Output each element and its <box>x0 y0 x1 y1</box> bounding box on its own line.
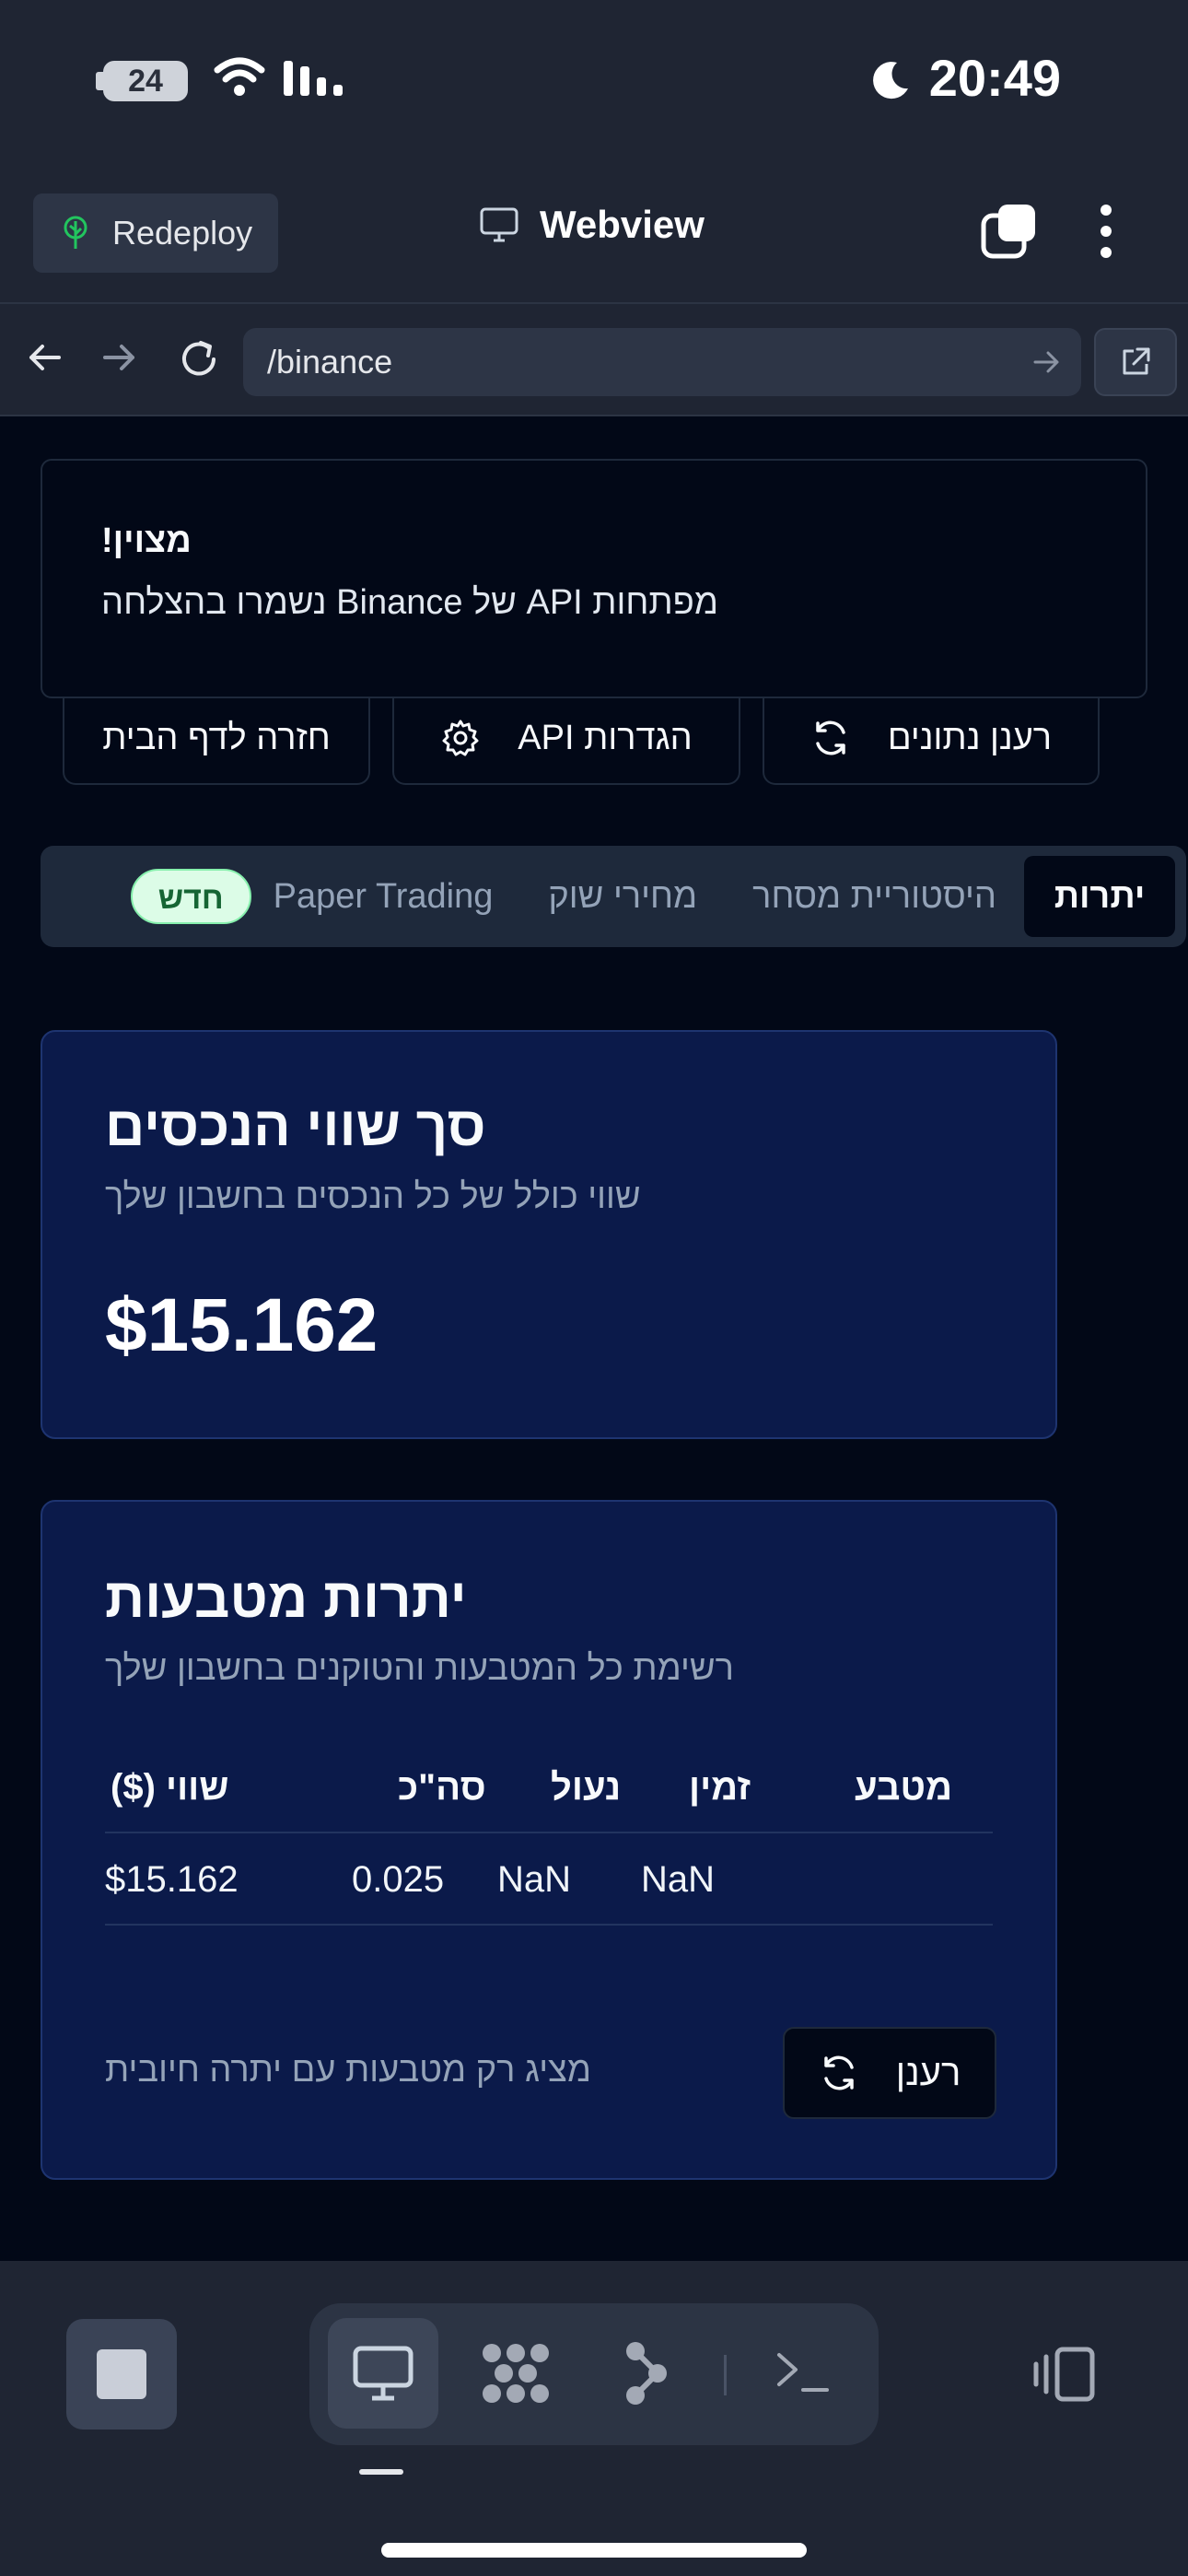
webview-toolbar: Redeploy Webview <box>0 175 1188 304</box>
monitor-icon <box>353 2346 413 2401</box>
toast-message: מפתחות API של Binance נשמרו בהצלחה <box>101 583 718 622</box>
total-assets-title: סך שווי הנכסים <box>105 1095 486 1157</box>
signal-icon <box>284 61 343 96</box>
webview-tab-button[interactable] <box>328 2318 438 2429</box>
grid-nodes-icon <box>483 2344 549 2403</box>
total-assets-card: סך שווי הנכסים שווי כולל של כל הנכסים בח… <box>41 1030 1057 1439</box>
tab-market-prices[interactable]: מחירי שוק <box>520 856 725 937</box>
stop-button[interactable] <box>66 2319 177 2430</box>
coin-balances-title: יתרות מטבעות <box>105 1567 467 1629</box>
redeploy-button[interactable]: Redeploy <box>33 193 278 273</box>
api-settings-button[interactable]: הגדרות API <box>392 693 740 785</box>
cell-value: $15.162 <box>105 1859 239 1900</box>
view-switcher <box>309 2303 879 2445</box>
wifi-icon <box>214 57 265 96</box>
refresh-icon <box>816 720 845 755</box>
refresh-balances-label: רענן <box>895 2052 961 2093</box>
more-vertical-icon[interactable] <box>1090 201 1122 262</box>
tab-balances[interactable]: יתרות <box>1024 856 1175 937</box>
refresh-icon <box>823 2055 854 2090</box>
status-bar: 24 20:49 <box>0 0 1188 157</box>
stop-icon <box>97 2349 146 2399</box>
forward-arrow-icon[interactable] <box>99 337 140 378</box>
dock-separator <box>724 2355 727 2395</box>
workflow-tab-button[interactable] <box>460 2318 571 2429</box>
tab-paper-trading-label: Paper Trading <box>273 876 494 916</box>
tab-balances-label: יתרות <box>1054 876 1146 916</box>
reload-icon[interactable] <box>177 337 221 381</box>
col-value: שווי ($) <box>111 1767 229 1808</box>
app-chrome: 24 20:49 Redeploy Webview /binance <box>0 0 1188 416</box>
refresh-data-button[interactable]: רענן נתונים <box>763 693 1100 785</box>
coin-balances-card: יתרות מטבעות רשימת כל המטבעות והטוקנים ב… <box>41 1500 1057 2180</box>
home-indicator <box>381 2543 807 2558</box>
monitor-icon <box>480 207 518 242</box>
tabs-icon[interactable] <box>980 203 1037 260</box>
back-arrow-icon[interactable] <box>24 337 64 378</box>
battery-tip <box>96 72 103 90</box>
redeploy-label: Redeploy <box>112 214 253 252</box>
col-total: סה"כ <box>398 1767 486 1808</box>
tab-trade-history-label: היסטוריית מסחר <box>752 876 996 916</box>
tab-paper-trading[interactable]: Paper Trading חדש <box>103 856 521 937</box>
sidebar-toggle-icon[interactable] <box>1031 2346 1098 2403</box>
moon-icon <box>873 62 908 100</box>
bottom-dock <box>0 2261 1188 2576</box>
cell-locked: NaN <box>497 1859 572 1900</box>
refresh-balances-button[interactable]: רענן <box>783 2027 996 2119</box>
table-row: NaN NaN 0.025 $15.162 <box>105 1833 993 1926</box>
total-assets-subtitle: שווי כולל של כל הנכסים בחשבון שלך <box>105 1177 641 1216</box>
active-tab-indicator <box>359 2469 403 2475</box>
balances-table: מטבע זמין נעול סה"כ שווי ($) NaN NaN 0.0… <box>105 1741 993 1926</box>
cell-free: NaN <box>641 1859 716 1900</box>
col-free: זמין <box>689 1767 751 1808</box>
refresh-data-label: רענן נתונים <box>887 718 1053 757</box>
terminal-icon <box>777 2353 829 2392</box>
new-badge: חדש <box>130 869 251 924</box>
total-assets-value: $15.162 <box>105 1283 379 1367</box>
battery-indicator: 24 <box>103 61 188 101</box>
terminal-tab-button[interactable] <box>748 2318 858 2429</box>
go-arrow-icon[interactable] <box>1031 346 1063 378</box>
webview-title-text: Webview <box>540 203 705 246</box>
url-input[interactable]: /binance <box>243 328 1081 396</box>
tab-market-prices-label: מחירי שוק <box>548 876 698 916</box>
table-header: מטבע זמין נעול סה"כ שווי ($) <box>105 1741 993 1833</box>
webview-title: Webview <box>479 203 705 247</box>
cell-total: 0.025 <box>352 1859 445 1900</box>
browser-navbar: /binance <box>0 306 1188 416</box>
external-link-icon <box>1123 347 1150 375</box>
url-text: /binance <box>267 343 393 381</box>
deploy-tab-button[interactable] <box>591 2318 702 2429</box>
coin-balances-subtitle: רשימת כל המטבעות והטוקנים בחשבון שלך <box>105 1649 734 1688</box>
tab-trade-history[interactable]: היסטוריית מסחר <box>725 856 1024 937</box>
balances-footnote: מציג רק מטבעות עם יתרה חיובית <box>105 2051 591 2090</box>
branch-icon <box>626 2342 667 2405</box>
success-toast: מצוין! מפתחות API של Binance נשמרו בהצלח… <box>41 459 1147 698</box>
gear-icon <box>442 720 479 756</box>
api-settings-label: הגדרות API <box>518 718 693 757</box>
toast-title: מצוין! <box>101 521 192 560</box>
col-coin: מטבע <box>855 1767 953 1808</box>
tree-icon <box>64 216 87 249</box>
col-locked: נעול <box>551 1767 622 1808</box>
open-external-button[interactable] <box>1094 328 1177 396</box>
tab-list: יתרות היסטוריית מסחר מחירי שוק Paper Tra… <box>41 846 1186 947</box>
back-home-button[interactable]: חזרה לדף הבית <box>63 693 370 785</box>
clock: 20:49 <box>928 49 1061 107</box>
back-home-label: חזרה לדף הבית <box>102 718 331 757</box>
